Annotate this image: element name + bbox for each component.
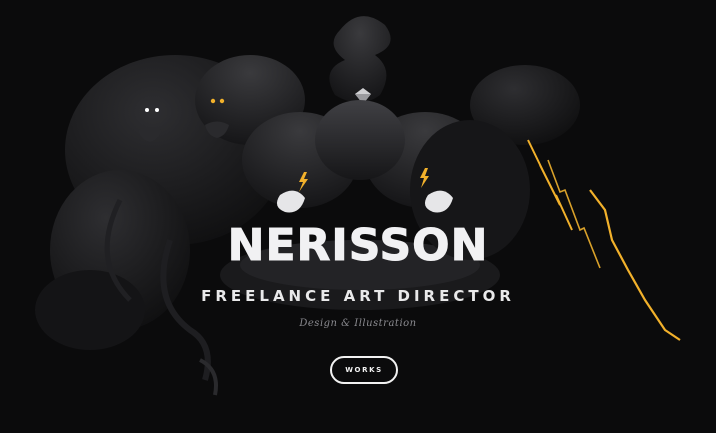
works-button-label: WORKS [345, 366, 383, 374]
brand-logo[interactable]: NERISSON [0, 214, 716, 274]
logo-text: NERISSON [228, 220, 488, 271]
hero-section: NERISSON FREELANCE ART DIRECTOR Design &… [0, 0, 716, 433]
works-button[interactable]: WORKS [330, 356, 398, 384]
hero-tagline: FREELANCE ART DIRECTOR [201, 287, 515, 305]
hero-subtitle: Design & Illustration [299, 318, 417, 329]
